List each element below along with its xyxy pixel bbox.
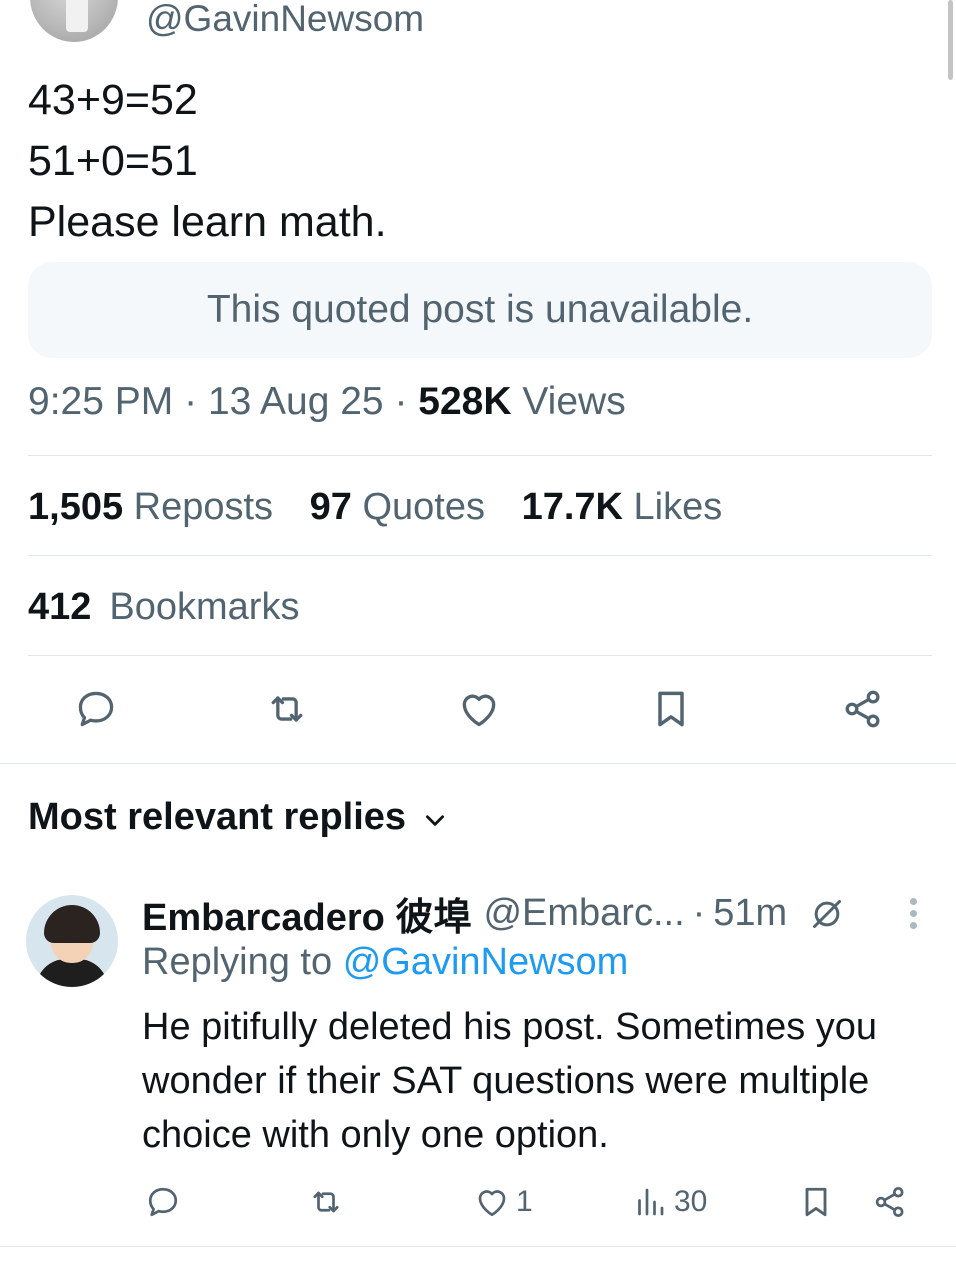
quoted-notice: This quoted post is unavailable. xyxy=(206,288,754,331)
repost-button[interactable] xyxy=(264,686,310,732)
likes-count: 17.7K xyxy=(521,486,623,528)
replies-sort-label: Most relevant replies xyxy=(28,796,407,838)
reply-views-count: 30 xyxy=(674,1185,708,1218)
meta-separator: · xyxy=(184,380,198,423)
repost-icon xyxy=(271,696,303,722)
post-time[interactable]: 9:25 PM xyxy=(28,380,173,423)
bookmarks-count: 412 xyxy=(28,586,92,628)
share-icon xyxy=(875,1187,904,1217)
bookmark-icon xyxy=(805,1187,827,1217)
bookmark-button[interactable] xyxy=(648,686,694,732)
views-label: Views xyxy=(522,380,626,423)
post-text-line: Please learn math. xyxy=(28,198,387,246)
like-icon xyxy=(462,694,496,727)
bookmark-icon xyxy=(658,691,684,727)
quotes-count: 97 xyxy=(309,486,352,528)
views-count: 528K xyxy=(418,380,512,423)
quoted-post-unavailable: This quoted post is unavailable. xyxy=(28,262,932,358)
engagement-stats: 1,505 Reposts 97 Quotes 17.7K Likes xyxy=(28,486,748,529)
replies-sort-dropdown[interactable]: Most relevant replies xyxy=(28,796,448,839)
reposts-link[interactable]: 1,505 Reposts xyxy=(28,486,273,528)
views-icon xyxy=(638,1188,664,1216)
reply-reply-button[interactable] xyxy=(145,1180,181,1224)
reply-time[interactable]: 51m xyxy=(713,892,787,935)
reply-text: He pitifully deleted his post. Sometimes… xyxy=(142,1006,878,1156)
reply-repost-button[interactable] xyxy=(308,1180,344,1224)
post-text-line: 43+9=52 xyxy=(28,76,198,124)
divider xyxy=(0,1246,956,1247)
divider xyxy=(28,655,932,656)
quotes-label: Quotes xyxy=(362,486,485,528)
section-divider xyxy=(0,763,956,764)
meta-separator: · xyxy=(394,380,408,423)
reply-bookmark-button[interactable] xyxy=(798,1180,834,1224)
reply-like-button[interactable]: 1 xyxy=(474,1180,533,1224)
author-avatar[interactable] xyxy=(30,0,118,42)
share-icon xyxy=(845,690,880,728)
post-meta: 9:25 PM · 13 Aug 25 · 528K Views xyxy=(28,380,626,424)
post-text: 43+9=52 51+0=51 Please learn math. xyxy=(28,70,387,253)
reply-icon xyxy=(148,1187,178,1217)
like-icon xyxy=(478,1190,506,1217)
replying-to: Replying to @GavinNewsom xyxy=(142,941,628,984)
divider xyxy=(28,555,932,556)
bookmarks-stat[interactable]: 412 Bookmarks xyxy=(28,586,299,629)
reply-more-icon[interactable] xyxy=(906,898,920,932)
reply-header: Embarcadero 彼埠 @Embarc... · 51m xyxy=(142,886,847,941)
chevron-down-icon xyxy=(426,814,445,826)
reply-author-avatar[interactable] xyxy=(26,895,118,987)
author-handle[interactable]: @GavinNewsom xyxy=(146,0,424,40)
scrollbar[interactable] xyxy=(948,0,953,80)
replying-mention-link[interactable]: @GavinNewsom xyxy=(343,941,629,983)
repost-icon xyxy=(313,1191,339,1213)
replying-prefix: Replying to xyxy=(142,941,333,983)
share-button[interactable] xyxy=(840,686,886,732)
bookmarks-label: Bookmarks xyxy=(109,586,300,628)
quotes-link[interactable]: 97 Quotes xyxy=(310,486,485,528)
likes-link[interactable]: 17.7K Likes xyxy=(522,486,723,528)
reposts-label: Reposts xyxy=(133,486,274,528)
reply-button[interactable] xyxy=(73,686,119,732)
post-text-line: 51+0=51 xyxy=(28,137,198,185)
grok-icon[interactable] xyxy=(807,894,847,934)
like-button[interactable] xyxy=(456,686,502,732)
reply-icon xyxy=(78,691,114,727)
reposts-count: 1,505 xyxy=(28,486,124,528)
post-action-bar xyxy=(0,686,956,736)
reply-share-button[interactable] xyxy=(872,1180,908,1224)
reply-action-bar: 1 30 xyxy=(0,1180,956,1224)
divider xyxy=(28,455,932,456)
reply-author-handle[interactable]: @Embarc... xyxy=(483,892,684,935)
reply-like-count: 1 xyxy=(516,1185,533,1218)
likes-label: Likes xyxy=(633,486,723,528)
reply-views-button[interactable]: 30 xyxy=(632,1180,707,1224)
reply-separator: · xyxy=(692,892,706,934)
reply-author-name[interactable]: Embarcadero 彼埠 xyxy=(142,886,471,941)
post-date[interactable]: 13 Aug 25 xyxy=(208,380,384,423)
post-detail-page: @GavinNewsom 43+9=52 51+0=51 Please lear… xyxy=(0,0,956,1264)
